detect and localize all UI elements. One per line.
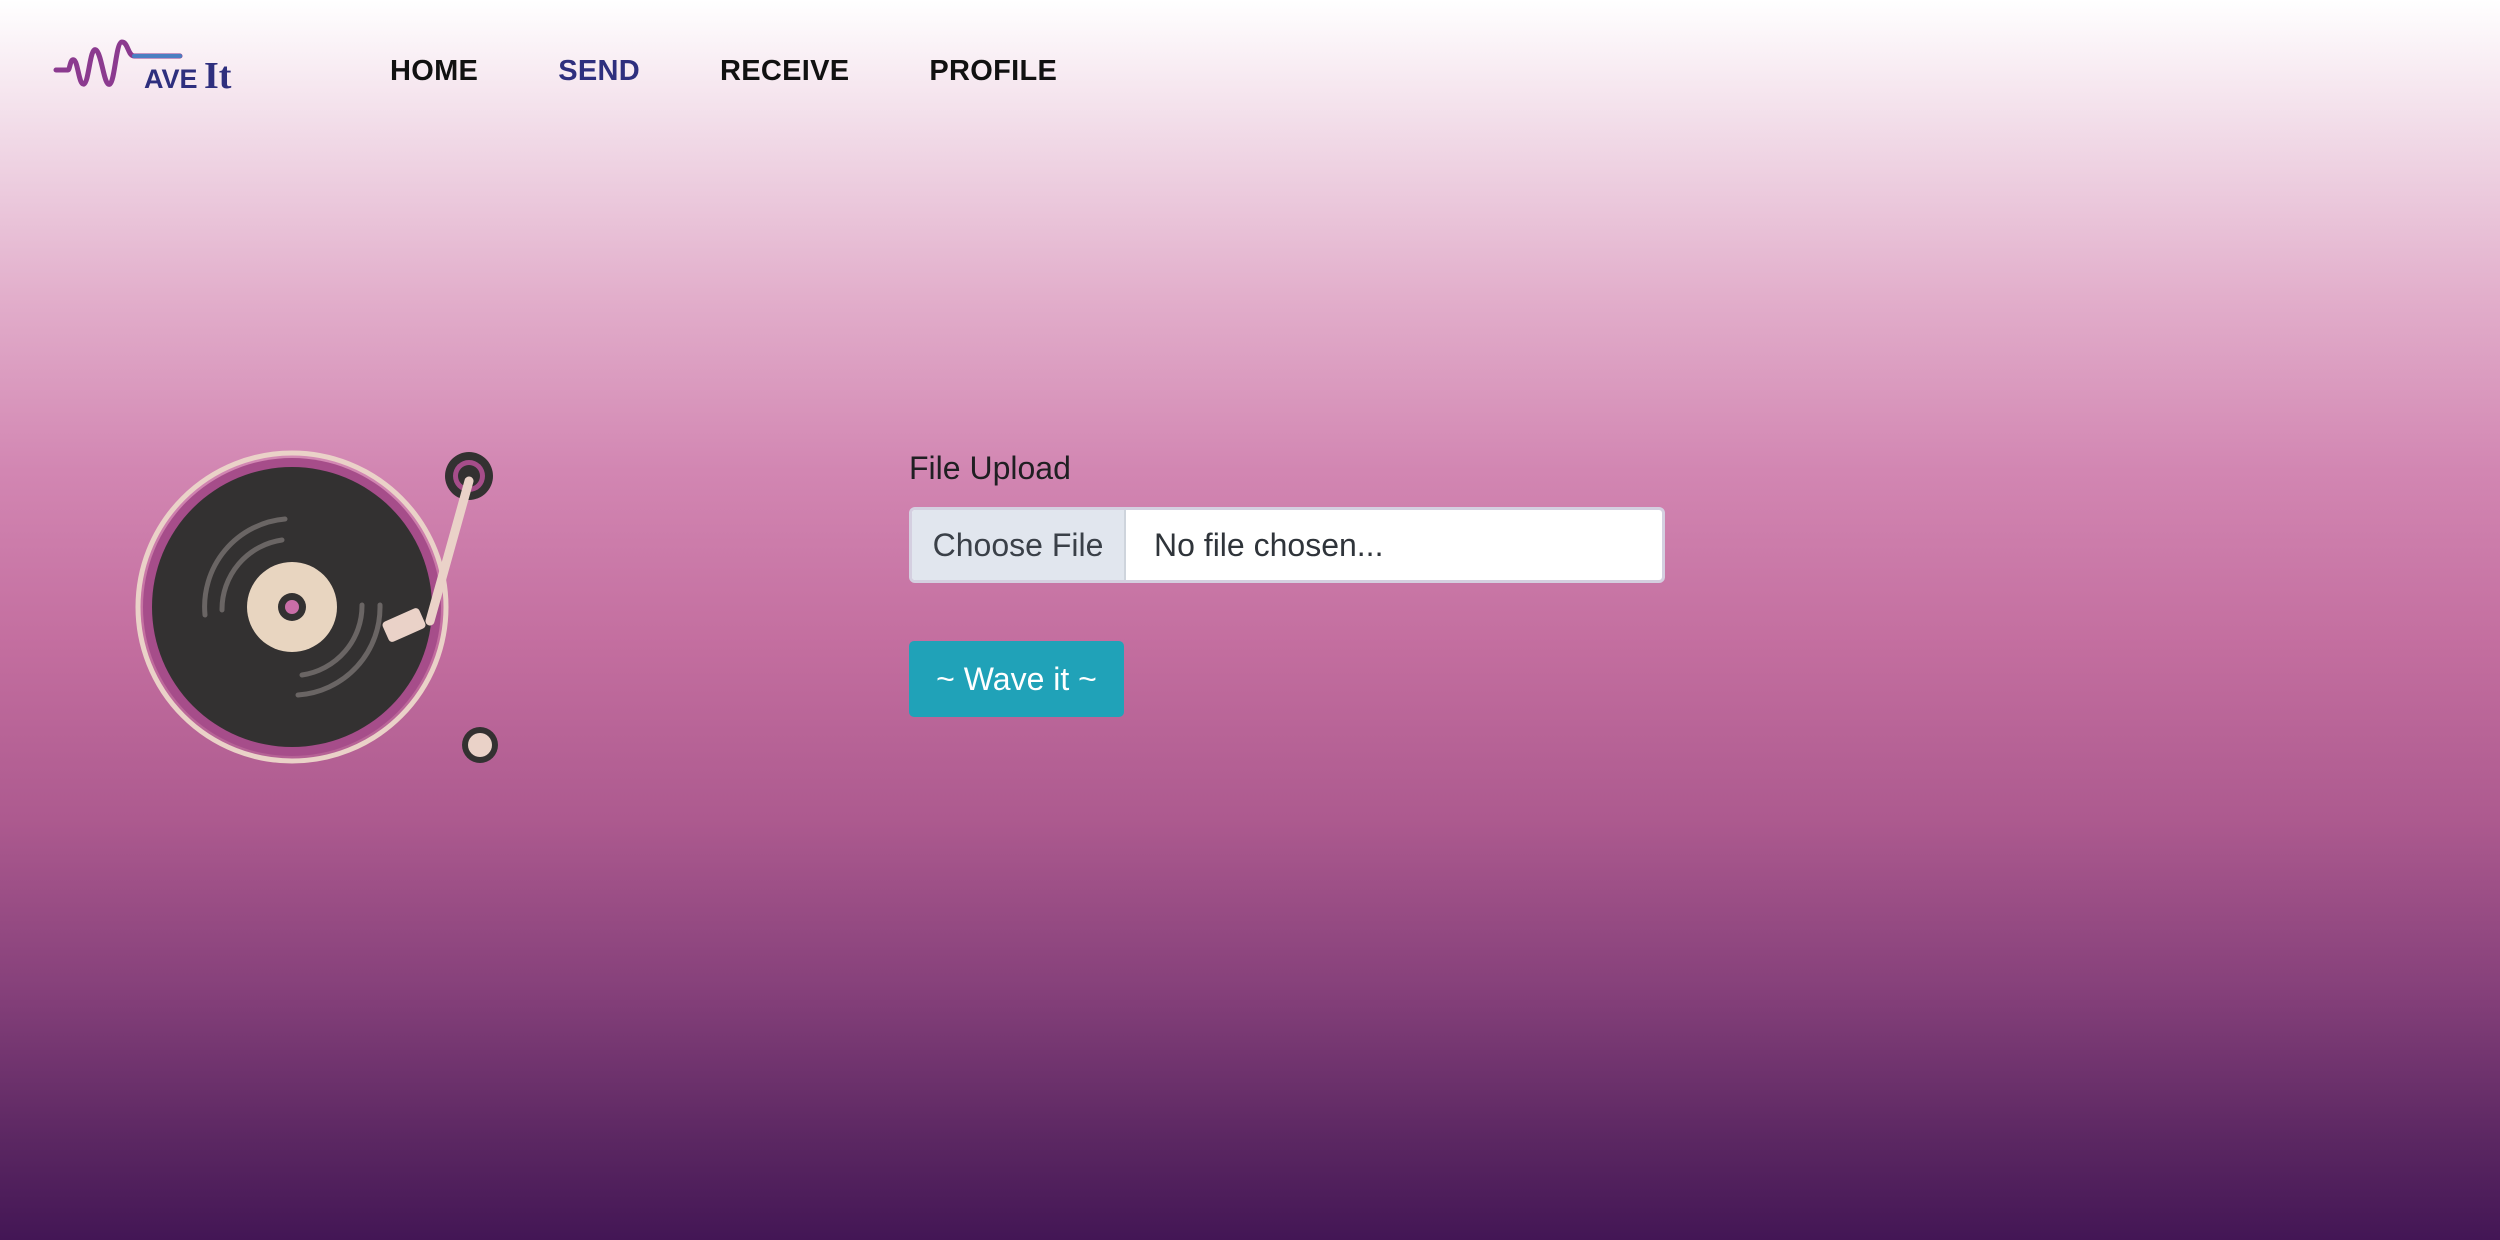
file-status-text: No file chosen...	[1154, 526, 1384, 563]
turntable-icon	[135, 450, 498, 764]
choose-file-button[interactable]: Choose File	[912, 510, 1126, 580]
nav-profile[interactable]: PROFILE	[929, 50, 1057, 92]
svg-text:It: It	[204, 55, 232, 97]
waveit-logo[interactable]: AVE It	[52, 28, 252, 98]
file-upload-label: File Upload	[909, 450, 1071, 486]
upload-form: File Upload Choose File No file chosen..…	[909, 448, 1665, 717]
nav-receive[interactable]: RECEIVE	[720, 50, 849, 92]
nav-links: HOME SEND RECEIVE PROFILE	[390, 50, 1137, 92]
nav-send[interactable]: SEND	[558, 50, 640, 92]
file-input[interactable]: Choose File No file chosen...	[909, 507, 1665, 583]
top-navbar: AVE It HOME SEND RECEIVE PROFILE	[0, 0, 2500, 140]
svg-text:AVE: AVE	[144, 64, 198, 94]
nav-home[interactable]: HOME	[390, 50, 478, 92]
wave-it-button[interactable]: ~ Wave it ~	[909, 641, 1124, 717]
